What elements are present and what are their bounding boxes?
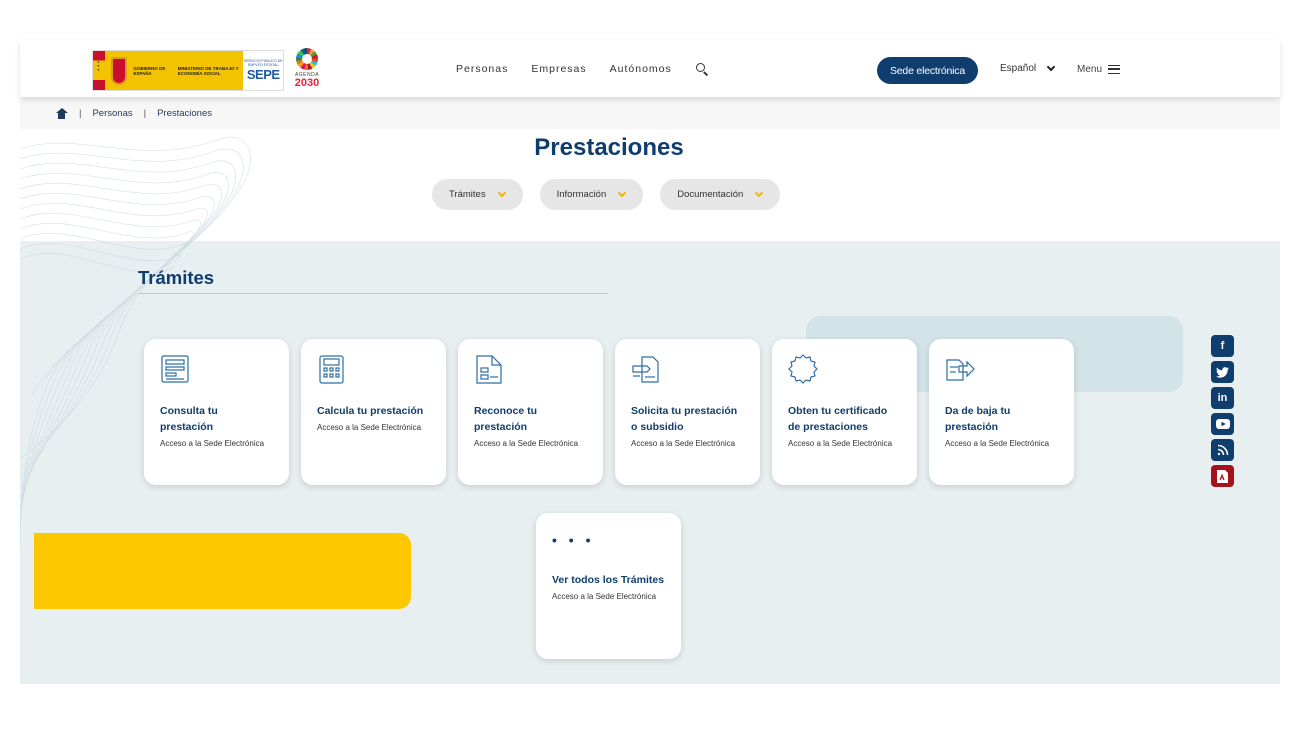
- rss-icon[interactable]: [1211, 439, 1234, 461]
- coat-of-arms-icon: [110, 56, 128, 85]
- eu-flag-strip: [93, 51, 105, 90]
- chevron-down-icon: [497, 188, 506, 198]
- language-label: Español: [1000, 63, 1037, 74]
- card-subtitle: Acceso a la Sede Electrónica: [552, 592, 657, 601]
- card-consulta-prestacion[interactable]: Consulta tu prestación Acceso a la Sede …: [144, 339, 289, 485]
- agenda-year: 2030: [294, 77, 320, 89]
- card-subtitle: Acceso a la Sede Electrónica: [474, 439, 579, 448]
- breadcrumb-current: Prestaciones: [157, 107, 212, 119]
- card-subtitle: Acceso a la Sede Electrónica: [788, 439, 893, 448]
- main-nav: Personas Empresas Autónomos: [456, 40, 709, 97]
- card-subtitle: Acceso a la Sede Electrónica: [945, 439, 1050, 448]
- breadcrumb-separator: |: [143, 107, 147, 119]
- filter-bar: Trámites Información Documentación: [432, 179, 781, 210]
- cancel-icon: [946, 359, 975, 381]
- filter-label: Documentación: [677, 189, 744, 200]
- sede-electronica-button[interactable]: Sede electrónica: [877, 57, 978, 84]
- linkedin-icon[interactable]: in: [1211, 387, 1234, 409]
- filter-documentacion[interactable]: Documentación: [660, 179, 781, 210]
- filter-label: Trámites: [449, 189, 486, 200]
- sepe-text: SEPE: [246, 67, 280, 82]
- nav-personas[interactable]: Personas: [456, 63, 508, 75]
- servicio-text: SERVICIO PÚBLICO DE EMPLEO ESTATAL: [243, 59, 283, 67]
- nav-autonomos[interactable]: Autónomos: [610, 63, 672, 75]
- section-title: Trámites: [138, 267, 215, 288]
- card-ver-todos-tramites[interactable]: • • • Ver todos los Trámites Acceso a la…: [536, 513, 681, 659]
- card-reconoce-prestacion[interactable]: Reconoce tu prestación Acceso a la Sede …: [458, 339, 603, 485]
- section-underline: [138, 293, 608, 294]
- page-title: Prestaciones: [534, 134, 684, 161]
- filter-tramites[interactable]: Trámites: [432, 179, 523, 210]
- form-icon: [161, 355, 189, 383]
- sepe-logo: SERVICIO PÚBLICO DE EMPLEO ESTATAL SEPE: [243, 51, 283, 90]
- card-subtitle: Acceso a la Sede Electrónica: [160, 439, 265, 448]
- filter-informacion[interactable]: Información: [539, 179, 644, 210]
- home-icon[interactable]: [55, 107, 68, 119]
- card-calcula-prestacion[interactable]: Calcula tu prestación Acceso a la Sede E…: [301, 339, 446, 485]
- chevron-down-icon: [755, 188, 764, 198]
- calculator-icon: [319, 355, 344, 384]
- breadcrumb-separator: |: [79, 107, 82, 119]
- card-subtitle: Acceso a la Sede Electrónica: [631, 439, 736, 448]
- card-title: Obten tu certificado de prestaciones: [788, 405, 888, 433]
- site-header: GOBIERNO DE ESPAÑA MINISTERIO DE TRABAJO…: [20, 40, 1280, 97]
- breadcrumb: | Personas | Prestaciones: [20, 97, 1280, 129]
- chevron-down-icon: [1046, 62, 1056, 72]
- gobierno-text: GOBIERNO DE ESPAÑA: [133, 65, 166, 76]
- card-baja-prestacion[interactable]: Da de baja tu prestación Acceso a la Sed…: [929, 339, 1074, 485]
- chevron-down-icon: [618, 188, 627, 198]
- certificate-icon: [788, 354, 818, 384]
- card-solicita-prestacion[interactable]: Solicita tu prestación o subsidio Acceso…: [615, 339, 760, 485]
- more-dots-icon: • • •: [552, 532, 595, 548]
- menu-label: Menu: [1077, 64, 1103, 75]
- document-icon: [476, 355, 502, 384]
- request-icon: [632, 356, 659, 383]
- decorative-yellow-block: [34, 533, 411, 609]
- menu-button[interactable]: Menu: [1077, 64, 1121, 75]
- pdf-icon[interactable]: [1211, 465, 1234, 487]
- card-title: Da de baja tu prestación: [945, 405, 1011, 433]
- breadcrumb-personas[interactable]: Personas: [92, 108, 132, 119]
- card-title: Calcula tu prestación: [317, 405, 424, 417]
- social-links: f in: [1211, 335, 1234, 487]
- card-subtitle: Acceso a la Sede Electrónica: [317, 423, 422, 432]
- gobierno-sepe-logo[interactable]: GOBIERNO DE ESPAÑA MINISTERIO DE TRABAJO…: [92, 50, 284, 91]
- facebook-icon[interactable]: f: [1211, 335, 1234, 357]
- sdg-wheel-icon: [296, 48, 318, 70]
- card-title: Consulta tu prestación: [160, 405, 218, 433]
- nav-empresas[interactable]: Empresas: [531, 63, 586, 75]
- search-icon[interactable]: [695, 62, 709, 76]
- hamburger-icon: [1108, 65, 1121, 74]
- youtube-icon[interactable]: [1211, 413, 1234, 435]
- ministerio-text: MINISTERIO DE TRABAJO Y ECONOMÍA SOCIAL: [177, 65, 239, 76]
- gobierno-logo: GOBIERNO DE ESPAÑA MINISTERIO DE TRABAJO…: [104, 51, 244, 90]
- card-title: Reconoce tu prestación: [474, 405, 538, 433]
- card-certificado-prestaciones[interactable]: Obten tu certificado de prestaciones Acc…: [772, 339, 917, 485]
- card-title: Ver todos los Trámites: [552, 574, 665, 586]
- filter-label: Información: [556, 189, 607, 200]
- card-title: Solicita tu prestación o subsidio: [631, 405, 738, 433]
- agenda-2030-logo[interactable]: AGENDA 2030: [290, 48, 324, 92]
- language-selector[interactable]: Español: [1000, 62, 1056, 74]
- twitter-icon[interactable]: [1211, 361, 1234, 383]
